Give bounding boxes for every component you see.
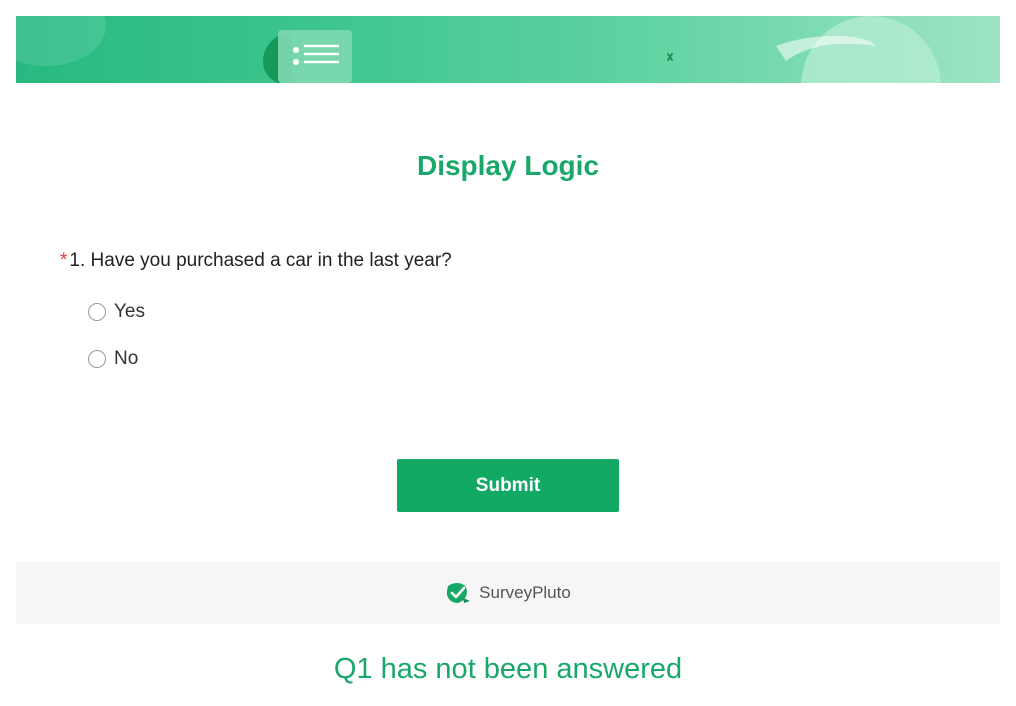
status-message: Q1 has not been answered (333, 653, 683, 685)
banner-illustration (16, 16, 941, 83)
question-1: * 1. Have you purchased a car in the last… (60, 250, 452, 272)
option-no[interactable]: No (88, 348, 138, 370)
survey-title: Display Logic (416, 150, 600, 181)
option-yes[interactable]: Yes (88, 301, 145, 323)
required-mark: * (60, 250, 68, 271)
footer-brand[interactable]: SurveyPluto (445, 582, 571, 604)
radio-yes[interactable] (88, 303, 106, 321)
header-banner (16, 16, 1000, 83)
submit-button[interactable]: Submit (397, 459, 619, 512)
radio-no[interactable] (88, 350, 106, 368)
footer-brand-name: SurveyPluto (479, 583, 571, 602)
option-label-yes: Yes (114, 301, 145, 322)
option-label-no: No (114, 348, 139, 369)
surveypluto-logo-icon (447, 583, 471, 603)
footer: SurveyPluto (16, 562, 1000, 624)
question-text: 1. Have you purchased a car in the last … (69, 250, 452, 271)
survey-page: Display Logic * 1. Have you purchased a c… (0, 0, 1016, 706)
